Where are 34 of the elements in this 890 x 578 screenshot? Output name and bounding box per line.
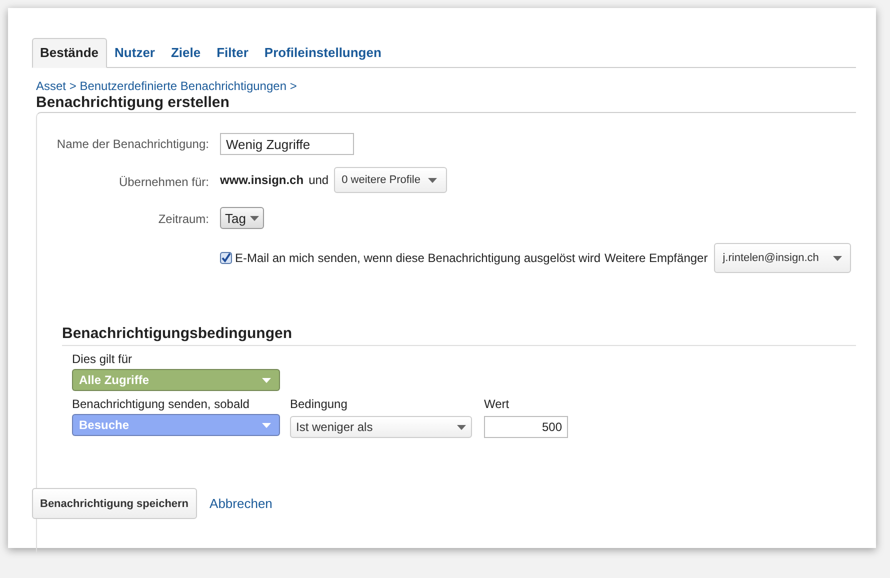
cancel-link[interactable]: Abbrechen [210, 496, 272, 511]
tab[interactable]: Ziele [162, 39, 209, 67]
field-label: Dies gilt für [72, 352, 134, 366]
tab[interactable]: Nutzer [106, 39, 163, 67]
field-label: Wert [484, 397, 510, 411]
tab[interactable]: Bestände [32, 38, 107, 68]
section-title: Benachrichtigungsbedingungen [62, 325, 292, 342]
site-name: www.insign.ch [220, 173, 304, 187]
field-label: Bedingung [290, 397, 348, 411]
conjunction: und [308, 173, 329, 187]
field-label: Zeitraum: [158, 212, 209, 226]
field-label: Übernehmen für: [118, 175, 209, 189]
tab[interactable]: Filter [208, 39, 256, 67]
caret-icon [250, 216, 259, 220]
value-field[interactable]: 500 [484, 416, 568, 438]
field-label: Name der Benachrichtigung: [56, 137, 209, 151]
condition-dropdown[interactable]: Ist weniger als [290, 416, 472, 438]
checkbox[interactable] [220, 252, 232, 264]
page-title: Benachrichtigung erstellen [36, 94, 230, 111]
save-button[interactable]: Benachrichtigung speichern [32, 488, 197, 519]
caret-icon [428, 178, 438, 182]
caret-icon [262, 378, 271, 382]
email-option-label: E-Mail an mich senden, wenn diese Benachrichtigung ausgelöst wird [235, 251, 601, 265]
caret-icon [832, 256, 842, 260]
caret-icon [457, 424, 466, 430]
breadcrumb-link[interactable]: Asset > Benutzerdefinierte Benachrichtigungen > [36, 79, 297, 93]
caret-icon [262, 422, 271, 428]
name-field[interactable]: Wenig Zugriffe [220, 133, 354, 155]
recipients-label: Weitere Empfänger [604, 251, 708, 265]
field-label: Benachrichtigung senden, sobald [72, 397, 250, 411]
profiles-dropdown[interactable]: 0 weitere Profile [334, 167, 448, 193]
period-dropdown[interactable]: Tag [220, 207, 264, 229]
tab[interactable]: Profileinstellungen [256, 39, 390, 67]
recipients-dropdown[interactable]: j.rintelen@insign.ch [714, 243, 851, 273]
